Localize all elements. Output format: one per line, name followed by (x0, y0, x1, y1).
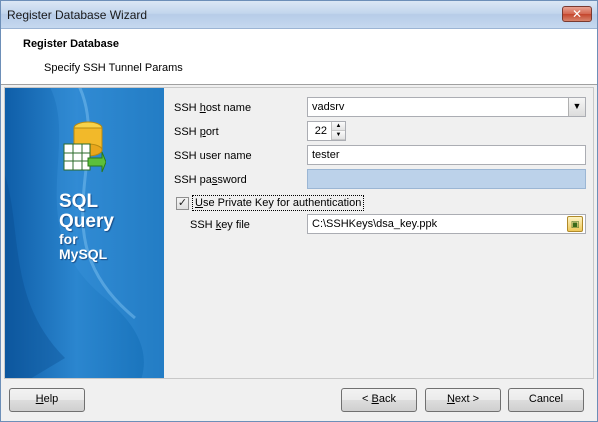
use-private-key-checkbox[interactable]: ✓ (176, 197, 189, 210)
spin-down-icon[interactable]: ▼ (332, 131, 345, 140)
window-title: Register Database Wizard (7, 8, 148, 22)
product-line-2: Query (59, 211, 114, 232)
ssh-host-value: vadsrv (312, 101, 345, 113)
wizard-footer: Help < Back Next > Cancel (1, 382, 597, 421)
title-bar: Register Database Wizard ✕ (1, 1, 597, 29)
ssh-port-stepper[interactable]: 22 ▲ ▼ (307, 121, 346, 141)
product-line-4: MySQL (59, 246, 108, 262)
ssh-host-combo[interactable]: vadsrv ▼ (307, 97, 586, 117)
database-table-icon (63, 121, 106, 173)
back-button[interactable]: < Back (341, 388, 417, 412)
ssh-key-file-value: C:\SSHKeys\dsa_key.ppk (312, 218, 438, 230)
use-private-key-label[interactable]: Use Private Key for authentication (192, 195, 365, 211)
next-button[interactable]: Next > (425, 388, 501, 412)
ssh-host-label: SSH host name (174, 102, 252, 114)
ssh-user-label: SSH user name (174, 150, 252, 162)
wizard-header: Register Database Specify SSH Tunnel Par… (1, 29, 597, 85)
product-banner: SQL Query for MySQL (5, 88, 164, 378)
close-button[interactable]: ✕ (562, 6, 592, 22)
ssh-key-file-label: SSH key file (190, 219, 250, 231)
wizard-content: SQL Query for MySQL SSH host name vadsrv… (4, 87, 594, 379)
ssh-port-label: SSH port (174, 126, 219, 138)
close-icon: ✕ (571, 7, 583, 21)
ssh-user-field[interactable]: tester (307, 145, 586, 165)
ssh-port-value: 22 (314, 125, 327, 137)
page-title: Register Database (23, 38, 119, 50)
port-spin-buttons: ▲ ▼ (331, 122, 345, 140)
product-line-1: SQL (59, 191, 99, 212)
page-subtitle: Specify SSH Tunnel Params (44, 62, 183, 74)
wizard-window: Register Database Wizard ✕ Register Data… (0, 0, 598, 422)
chevron-down-icon[interactable]: ▼ (568, 98, 585, 116)
product-line-3: for (59, 231, 78, 247)
ssh-user-value: tester (312, 149, 340, 161)
product-name: SQL Query for MySQL (59, 192, 114, 262)
spin-up-icon[interactable]: ▲ (332, 122, 345, 131)
ssh-key-file-field[interactable]: C:\SSHKeys\dsa_key.ppk ▣ (307, 214, 586, 234)
help-button[interactable]: Help (9, 388, 85, 412)
ssh-form: SSH host name vadsrv ▼ SSH port 22 ▲ ▼ S… (164, 88, 593, 378)
browse-folder-icon[interactable]: ▣ (567, 216, 583, 232)
ssh-password-field[interactable] (307, 169, 586, 189)
cancel-button[interactable]: Cancel (508, 388, 584, 412)
ssh-password-label: SSH password (174, 174, 247, 186)
